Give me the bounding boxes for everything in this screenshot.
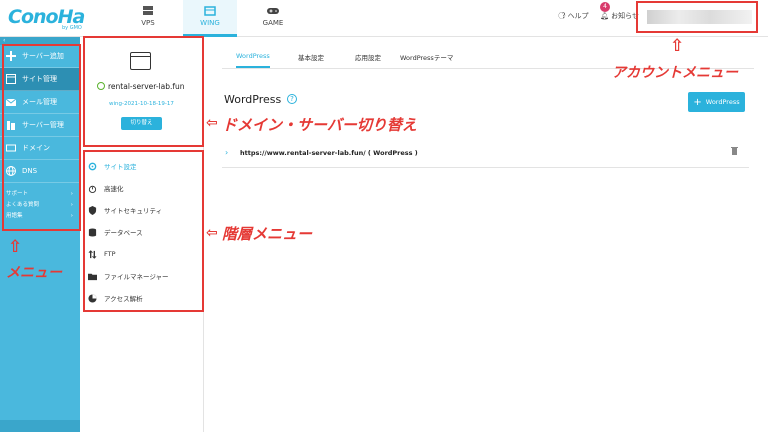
account-highlight-box — [636, 1, 758, 33]
question-icon[interactable]: ? — [287, 94, 297, 104]
tab-vps-label: VPS — [141, 19, 155, 27]
add-wordpress-button[interactable]: + WordPress — [688, 92, 745, 112]
domain-highlight-box — [83, 36, 204, 147]
logo-sub: by GMO — [62, 25, 82, 31]
trash-icon[interactable] — [731, 146, 738, 155]
help-icon: ?⃝ — [562, 12, 566, 20]
notice-label: お知らせ — [611, 12, 639, 20]
tab-wordpress[interactable]: WordPress — [236, 52, 270, 68]
app-root: ConoHa by GMO VPS WING GAME ?⃝ ヘルプ 4 🔔︎ … — [0, 0, 768, 432]
wing-icon — [204, 6, 216, 16]
tab-wing[interactable]: WING — [183, 0, 237, 37]
server-icon — [143, 6, 153, 15]
annotation-domain-switch: ドメイン・サーバー切り替え — [222, 116, 417, 134]
sidebar-footer — [0, 420, 80, 432]
annotation-hier-menu: 階層メニュー — [222, 225, 313, 243]
tab-vps[interactable]: VPS — [121, 0, 175, 37]
page-title: WordPress — [224, 93, 282, 106]
row-url: https://www.rental-server-lab.fun/ ( Wor… — [240, 149, 418, 157]
help-link[interactable]: ?⃝ ヘルプ — [562, 11, 589, 21]
arrow-left-icon: ⇦ — [206, 115, 218, 131]
gamepad-icon — [267, 8, 279, 14]
tab-game[interactable]: GAME — [246, 0, 300, 37]
tab-advanced-settings[interactable]: 応用設定 — [355, 52, 381, 68]
tab-game-label: GAME — [262, 19, 284, 27]
arrow-up-icon: ⇧ — [670, 36, 685, 56]
notice-link[interactable]: 🔔︎ お知らせ — [600, 11, 639, 21]
tab-wing-label: WING — [200, 19, 220, 27]
table-row[interactable]: › https://www.rental-server-lab.fun/ ( W… — [222, 139, 749, 168]
add-wordpress-label: WordPress — [705, 98, 740, 106]
help-label: ヘルプ — [567, 12, 589, 20]
arrow-up-icon: ⇧ — [8, 237, 23, 257]
tab-basic-settings[interactable]: 基本設定 — [298, 52, 324, 68]
arrow-left-icon: ⇦ — [206, 225, 218, 241]
conoha-logo[interactable]: ConoHa by GMO — [8, 6, 90, 32]
annotation-menu: メニュー — [6, 265, 62, 281]
plus-icon: + — [693, 96, 702, 108]
tab-wordpress-theme[interactable]: WordPressテーマ — [400, 52, 453, 68]
bell-icon: 🔔︎ — [600, 12, 609, 20]
menu-highlight-box — [83, 150, 204, 312]
sidebar-highlight-box — [2, 44, 81, 231]
annotation-account-menu: アカウントメニュー — [612, 65, 738, 81]
chevron-right-icon[interactable]: › — [225, 148, 228, 157]
